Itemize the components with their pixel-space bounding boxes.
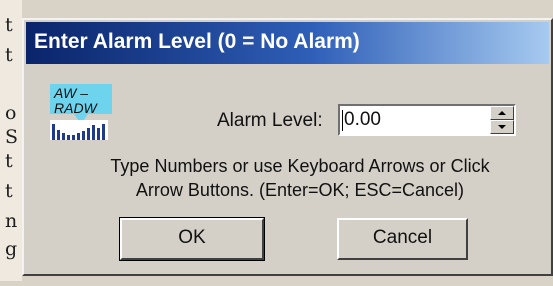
app-logo-icon: AW – RADW <box>48 80 114 142</box>
arrow-down-icon <box>498 125 506 129</box>
ok-button[interactable]: OK <box>119 217 265 261</box>
alarm-level-spinner <box>490 106 514 134</box>
background-letter: t <box>5 14 13 36</box>
background-text-column: t t o S t t n g <box>0 0 22 281</box>
icon-text-line1: AW – <box>54 85 88 101</box>
icon-text-line2: RADW <box>54 100 97 116</box>
background-letter: t <box>5 150 13 172</box>
alarm-level-label: Alarm Level: <box>217 110 323 131</box>
cancel-button[interactable]: Cancel <box>337 218 468 260</box>
help-text-line2: Arrow Buttons. (Enter=OK; ESC=Cancel) <box>135 180 465 200</box>
background-letter: t <box>5 180 13 202</box>
arrow-up-icon <box>498 111 506 115</box>
alarm-level-dialog: Enter Alarm Level (0 = No Alarm) AW – RA… <box>22 18 553 276</box>
alarm-level-spin-field[interactable]: 0.00 <box>338 104 516 136</box>
background-letter: o <box>5 102 17 124</box>
alarm-level-value[interactable]: 0.00 <box>342 109 381 131</box>
title-bar[interactable]: Enter Alarm Level (0 = No Alarm) <box>26 22 549 64</box>
spin-up-button[interactable] <box>490 106 514 120</box>
background-letter: g <box>5 238 18 260</box>
background-letter: t <box>5 44 13 66</box>
background-letter: S <box>5 126 19 148</box>
background-letter: n <box>5 210 18 232</box>
help-text-line1: Type Numbers or use Keyboard Arrows or C… <box>110 156 490 176</box>
dialog-title: Enter Alarm Level (0 = No Alarm) <box>34 30 360 53</box>
spin-down-button[interactable] <box>490 120 514 134</box>
